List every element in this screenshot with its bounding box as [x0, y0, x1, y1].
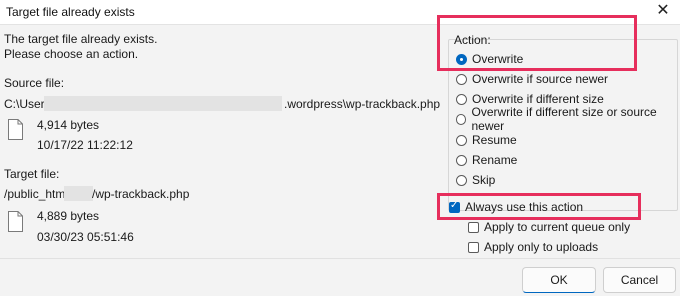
message-line-2: Please choose an action. — [4, 47, 139, 61]
checkbox-uploads-only[interactable]: Apply only to uploads — [468, 239, 598, 255]
target-path-suffix: /wp-trackback.php — [92, 187, 190, 201]
message-line-1: The target file already exists. — [4, 32, 158, 46]
redacted-source-path — [44, 96, 282, 111]
target-path-prefix: /public_html/ — [4, 187, 72, 201]
radio-skip[interactable]: Skip — [456, 172, 495, 188]
radio-label: Skip — [472, 173, 496, 187]
radio-button[interactable] — [456, 154, 467, 166]
source-file-label: Source file: — [4, 76, 65, 90]
radio-label: Rename — [472, 153, 518, 167]
radio-button[interactable] — [456, 174, 467, 186]
radio-label: Resume — [472, 133, 517, 147]
file-icon — [8, 211, 23, 232]
radio-rename[interactable]: Rename — [456, 152, 517, 168]
radio-button[interactable] — [456, 134, 467, 146]
radio-overwrite-if-source-newer[interactable]: Overwrite if source newer — [456, 71, 608, 87]
annotation-highlight-always-use — [437, 193, 641, 220]
radio-label: Overwrite if different size — [472, 92, 604, 106]
close-icon[interactable]: ✕ — [654, 2, 672, 20]
cancel-button[interactable]: Cancel — [603, 267, 676, 293]
checkbox[interactable] — [468, 241, 479, 253]
target-file-exists-dialog: Target file already exists ✕ The target … — [0, 0, 680, 296]
checkbox-label: Apply only to uploads — [484, 240, 599, 254]
radio-overwrite-if-different-size-or-newer[interactable]: Overwrite if different size or source ne… — [456, 105, 680, 133]
ok-button[interactable]: OK — [522, 267, 596, 293]
annotation-highlight-action — [437, 15, 637, 71]
radio-button[interactable] — [456, 113, 467, 125]
redacted-target-path — [64, 186, 93, 201]
radio-button[interactable] — [456, 73, 467, 85]
dialog-title: Target file already exists — [6, 5, 135, 19]
source-date: 10/17/22 11:22:12 — [37, 138, 133, 152]
checkbox-label: Apply to current queue only — [484, 220, 631, 234]
checkbox-current-queue-only[interactable]: Apply to current queue only — [468, 219, 630, 235]
radio-resume[interactable]: Resume — [456, 132, 517, 148]
radio-button[interactable] — [456, 93, 467, 105]
source-path-suffix: .wordpress\wp-trackback.php — [284, 97, 441, 111]
target-date: 03/30/23 05:51:46 — [37, 230, 134, 244]
button-bar: OK Cancel — [0, 258, 680, 296]
checkbox[interactable] — [468, 221, 479, 233]
radio-label: Overwrite if different size or source ne… — [471, 105, 657, 133]
target-size: 4,889 bytes — [37, 209, 100, 223]
radio-label: Overwrite if source newer — [472, 72, 609, 86]
source-size: 4,914 bytes — [37, 118, 100, 132]
target-file-label: Target file: — [4, 167, 60, 181]
file-icon — [8, 119, 23, 140]
